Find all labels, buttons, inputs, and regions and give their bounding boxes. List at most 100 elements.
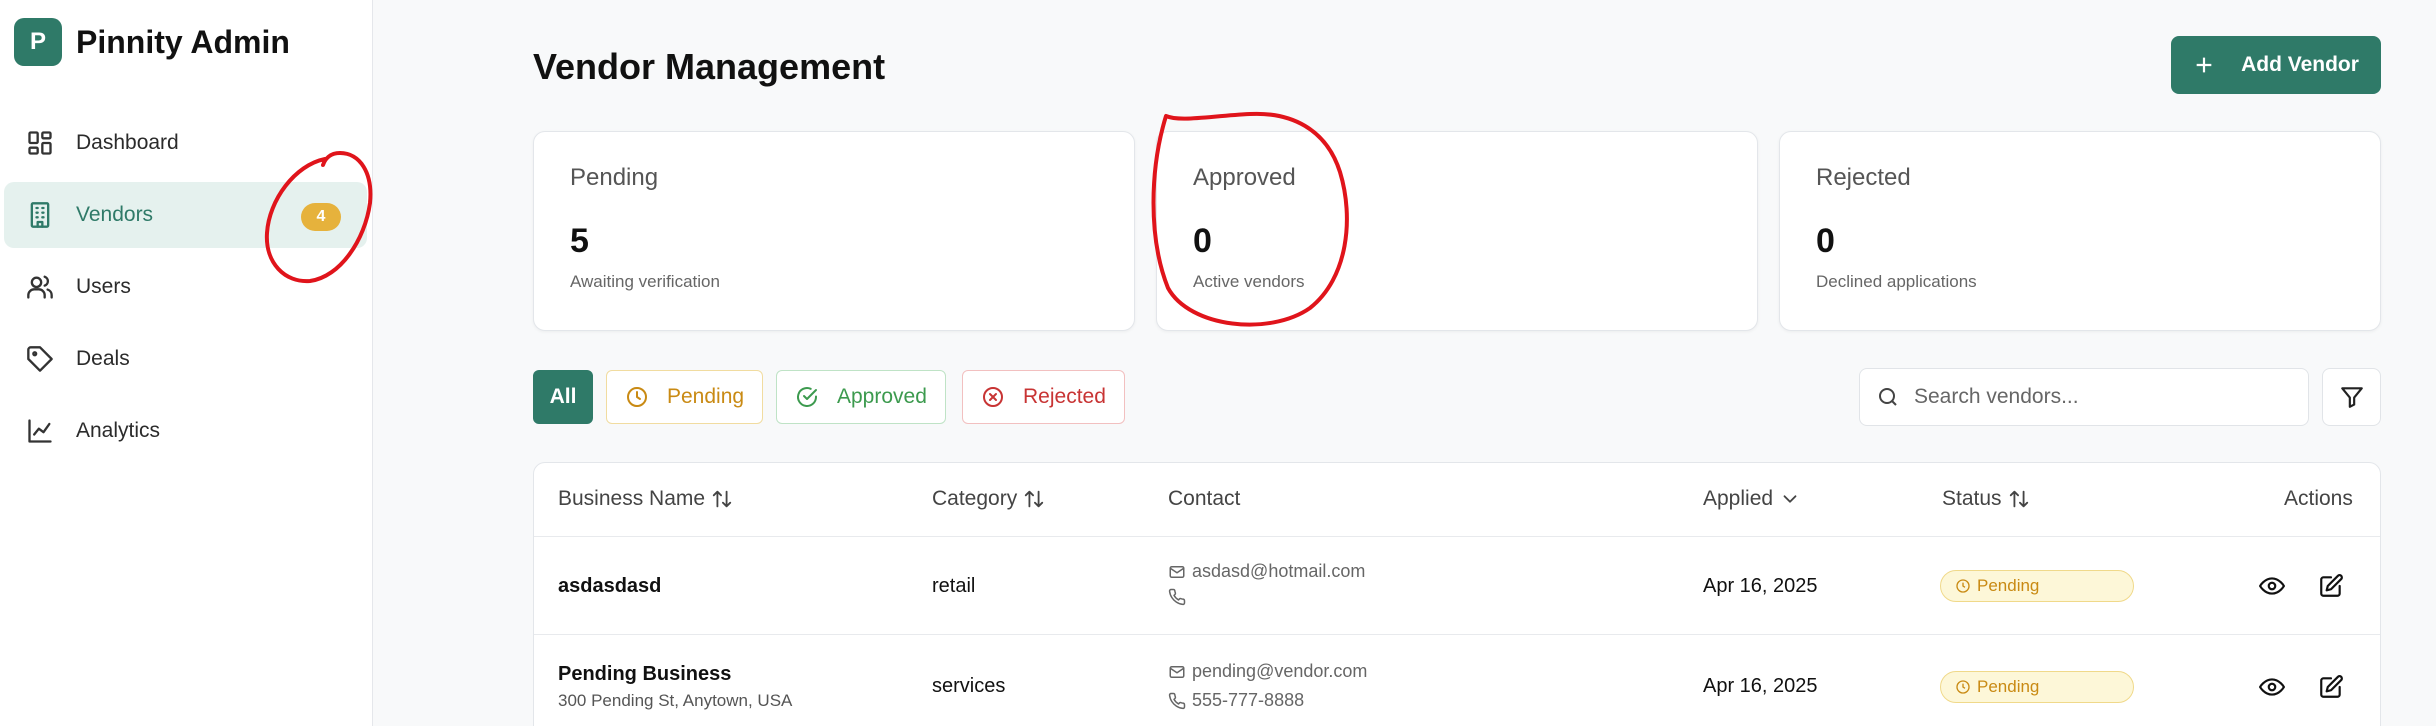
filter-toggle-button[interactable] [2322, 368, 2381, 426]
sort-icon [712, 490, 732, 508]
edit-button[interactable] [2316, 571, 2346, 601]
view-button[interactable] [2257, 571, 2287, 601]
sort-icon [1025, 490, 1044, 508]
sidebar-item-label: Users [76, 275, 131, 298]
view-button[interactable] [2257, 672, 2287, 702]
sidebar-item-vendors[interactable]: Vendors 4 [4, 182, 367, 248]
business-address: 300 Pending St, Anytown, USA [558, 691, 793, 710]
table-row[interactable]: Pending Business 300 Pending St, Anytown… [534, 635, 2380, 726]
vendors-table: Business Name Category Contact Applied S… [533, 462, 2381, 726]
stat-value: 0 [1816, 222, 1835, 260]
clock-icon [1956, 579, 1970, 593]
th-actions: Actions [2284, 487, 2353, 511]
mail-icon [1169, 565, 1185, 578]
vendors-count-badge: 4 [301, 203, 341, 231]
stat-subtitle: Awaiting verification [570, 272, 720, 291]
users-icon [27, 275, 53, 299]
dashboard-icon [28, 131, 52, 155]
th-applied[interactable]: Applied [1703, 487, 1801, 511]
status-text: Pending [1977, 677, 2040, 696]
filter-all-button[interactable]: All [533, 370, 593, 424]
edit-button[interactable] [2316, 672, 2346, 702]
sidebar-nav: Dashboard Vendors 4 Users Deals Analytic… [0, 110, 373, 470]
stat-value: 0 [1193, 222, 1212, 260]
plus-icon [2196, 57, 2212, 73]
th-label: Business Name [558, 487, 706, 510]
building-icon [30, 202, 50, 228]
category: services [932, 675, 1006, 697]
status-badge: Pending [1940, 671, 2134, 703]
brand-logo: P [14, 18, 62, 66]
add-vendor-button[interactable]: Add Vendor [2171, 36, 2381, 94]
add-vendor-label: Add Vendor [2241, 53, 2359, 76]
sidebar-item-users[interactable]: Users [4, 254, 367, 320]
email-text: asdasd@hotmail.com [1192, 561, 1366, 581]
filter-rejected-button[interactable]: Rejected [962, 370, 1125, 424]
business-name: asdasdasd [558, 575, 662, 597]
th-contact: Contact [1168, 487, 1240, 511]
th-label: Contact [1168, 487, 1241, 510]
sidebar-item-label: Analytics [76, 419, 161, 442]
funnel-icon [2340, 387, 2363, 408]
search-box[interactable] [1859, 368, 2309, 426]
eye-icon [2259, 678, 2285, 696]
sidebar-item-dashboard[interactable]: Dashboard [4, 110, 367, 176]
stat-subtitle: Active vendors [1193, 272, 1305, 291]
sidebar: P Pinnity Admin Dashboard Vendors 4 User… [0, 0, 373, 726]
stat-value: 5 [570, 222, 589, 260]
phone-icon [1168, 692, 1186, 709]
page-title: Vendor Management [533, 46, 886, 87]
search-icon [1879, 388, 1897, 406]
sidebar-item-deals[interactable]: Deals [4, 326, 367, 392]
th-business-name[interactable]: Business Name [558, 487, 733, 511]
th-label: Applied [1703, 487, 1774, 510]
chevron-down-icon [1783, 495, 1797, 503]
phone-text: 555-777-8888 [1192, 690, 1305, 710]
x-circle-icon [983, 387, 1003, 407]
mail-icon [1169, 665, 1185, 678]
stat-card-rejected: Rejected 0 Declined applications [1779, 131, 2381, 331]
applied-date: Apr 16, 2025 [1703, 575, 1818, 597]
tag-icon [27, 346, 53, 372]
contact-email: pending@vendor.com [1168, 661, 1367, 682]
eye-icon [2259, 577, 2285, 595]
stat-card-pending: Pending 5 Awaiting verification [533, 131, 1135, 331]
contact-phone [1168, 588, 1192, 606]
stat-card-approved: Approved 0 Active vendors [1156, 131, 1758, 331]
edit-icon [2320, 675, 2343, 698]
contact-email: asdasd@hotmail.com [1168, 561, 1365, 582]
status-text: Pending [1977, 576, 2040, 595]
filter-label: Rejected [1023, 385, 1106, 408]
stat-subtitle: Declined applications [1816, 272, 1977, 291]
th-label: Category [932, 487, 1018, 510]
table-header: Business Name Category Contact Applied S… [534, 463, 2380, 537]
filter-label: Approved [837, 385, 927, 408]
th-category[interactable]: Category [932, 487, 1045, 511]
stat-label: Approved [1193, 164, 1296, 191]
th-label: Actions [2284, 487, 2353, 510]
filter-approved-button[interactable]: Approved [776, 370, 946, 424]
check-circle-icon [797, 387, 817, 407]
filter-pending-button[interactable]: Pending [606, 370, 764, 424]
edit-icon [2320, 574, 2343, 597]
category: retail [932, 575, 976, 597]
business-name: Pending Business [558, 663, 732, 685]
th-label: Status [1942, 487, 2002, 510]
main-content: Vendor Management Add Vendor Pending 5 A… [373, 0, 2436, 726]
sidebar-item-label: Deals [76, 347, 130, 370]
sidebar-item-analytics[interactable]: Analytics [4, 398, 367, 464]
sidebar-item-label: Dashboard [76, 131, 179, 154]
clock-icon [627, 387, 647, 407]
applied-date: Apr 16, 2025 [1703, 675, 1818, 697]
search-input[interactable] [1914, 385, 2294, 409]
filter-label: Pending [667, 385, 745, 408]
brand[interactable]: P Pinnity Admin [14, 18, 290, 66]
sidebar-item-label: Vendors [76, 203, 154, 226]
phone-icon [1168, 588, 1186, 606]
contact-phone: 555-777-8888 [1168, 690, 1304, 711]
table-row[interactable]: asdasdasd retail asdasd@hotmail.com Apr … [534, 537, 2380, 635]
th-status[interactable]: Status [1942, 487, 2030, 511]
chart-line-icon [28, 419, 52, 443]
email-text: pending@vendor.com [1192, 661, 1368, 681]
sort-icon [2009, 490, 2028, 508]
